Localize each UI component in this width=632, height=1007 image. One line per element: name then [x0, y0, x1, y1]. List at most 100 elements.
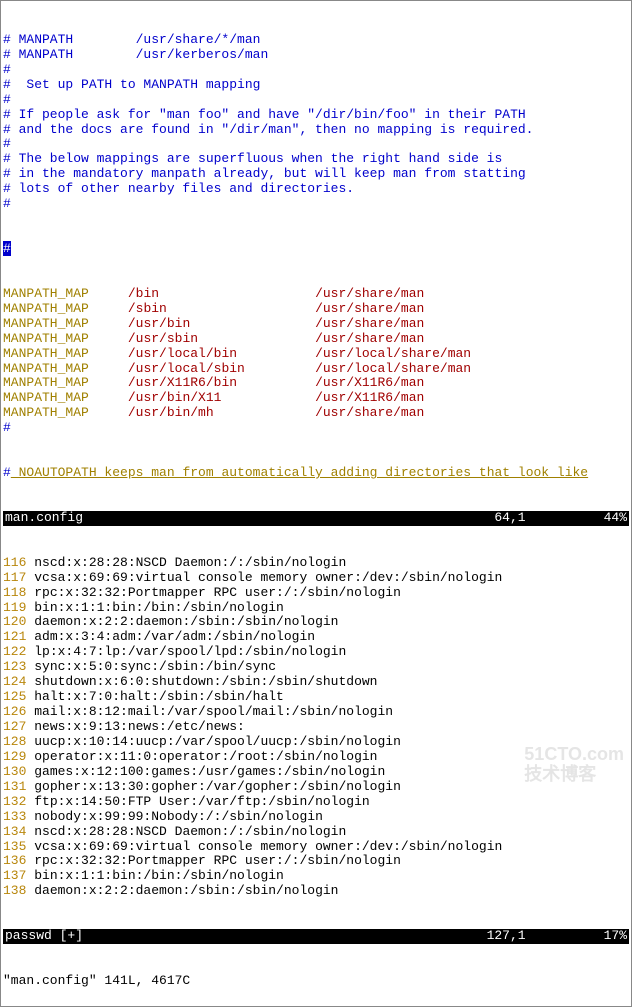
terminal[interactable]: # MANPATH /usr/share/*/man# MANPATH /usr…: [0, 0, 632, 1007]
line-content: rpc:x:32:32:Portmapper RPC user:/:/sbin/…: [34, 585, 401, 600]
line-content: vcsa:x:69:69:virtual console memory owne…: [34, 839, 502, 854]
comment-line: #: [3, 93, 629, 108]
line-number: 125: [3, 689, 34, 704]
manpath-map-row: MANPATH_MAP /usr/bin /usr/share/man: [3, 317, 629, 332]
comment-line: # If people ask for "man foo" and have "…: [3, 108, 629, 123]
line-content: nobody:x:99:99:Nobody:/:/sbin/nologin: [34, 809, 323, 824]
line-content: games:x:12:100:games:/usr/games:/sbin/no…: [34, 764, 385, 779]
map-path: /usr/sbin: [128, 331, 315, 346]
line-number: 118: [3, 585, 34, 600]
line-content: bin:x:1:1:bin:/bin:/sbin/nologin: [34, 868, 284, 883]
passwd-line: 136 rpc:x:32:32:Portmapper RPC user:/:/s…: [3, 854, 629, 869]
line-number: 123: [3, 659, 34, 674]
map-target: /usr/X11R6/man: [315, 375, 424, 390]
line-number: 126: [3, 704, 34, 719]
status-top-file: man.config: [5, 511, 83, 526]
map-target: /usr/local/share/man: [315, 361, 471, 376]
passwd-line: 117 vcsa:x:69:69:virtual console memory …: [3, 571, 629, 586]
manpath-map-row: MANPATH_MAP /bin /usr/share/man: [3, 287, 629, 302]
status-bot-file: passwd [+]: [5, 929, 83, 944]
line-number: 133: [3, 809, 34, 824]
map-target: /usr/share/man: [315, 316, 424, 331]
passwd-line: 128 uucp:x:10:14:uucp:/var/spool/uucp:/s…: [3, 735, 629, 750]
passwd-line: 132 ftp:x:14:50:FTP User:/var/ftp:/sbin/…: [3, 795, 629, 810]
line-content: daemon:x:2:2:daemon:/sbin:/sbin/nologin: [34, 883, 338, 898]
comment-line: # in the mandatory manpath already, but …: [3, 167, 629, 182]
manpath-map-row: MANPATH_MAP /usr/sbin /usr/share/man: [3, 332, 629, 347]
line-number: 121: [3, 629, 34, 644]
line-number: 116: [3, 555, 34, 570]
map-key: MANPATH_MAP: [3, 346, 89, 361]
comment-line: # Set up PATH to MANPATH mapping: [3, 78, 629, 93]
comment-line: # MANPATH /usr/kerberos/man: [3, 48, 629, 63]
line-number: 122: [3, 644, 34, 659]
noautopath-text: NOAUTOPATH keeps man from automatically …: [11, 465, 588, 480]
map-key: MANPATH_MAP: [3, 331, 89, 346]
status-line-top: man.config64,1 44%: [3, 511, 629, 526]
passwd-line: 130 games:x:12:100:games:/usr/games:/sbi…: [3, 765, 629, 780]
line-number: 135: [3, 839, 34, 854]
comment-line: #: [3, 63, 629, 78]
map-target: /usr/local/share/man: [315, 346, 471, 361]
manpath-map-row: MANPATH_MAP /usr/local/sbin /usr/local/s…: [3, 362, 629, 377]
status-bot-pct: 17%: [604, 928, 627, 943]
map-key: MANPATH_MAP: [3, 361, 89, 376]
map-target: /usr/share/man: [315, 331, 424, 346]
status-line-bottom: passwd [+] 127,1 17%: [3, 929, 629, 944]
map-path: /bin: [128, 286, 315, 301]
passwd-line: 129 operator:x:11:0:operator:/root:/sbin…: [3, 750, 629, 765]
passwd-line: 135 vcsa:x:69:69:virtual console memory …: [3, 840, 629, 855]
line-content: adm:x:3:4:adm:/var/adm:/sbin/nologin: [34, 629, 315, 644]
line-number: 130: [3, 764, 34, 779]
line-content: halt:x:7:0:halt:/sbin:/sbin/halt: [34, 689, 284, 704]
comment-block: # MANPATH /usr/share/*/man# MANPATH /usr…: [3, 33, 629, 212]
passwd-line: 118 rpc:x:32:32:Portmapper RPC user:/:/s…: [3, 586, 629, 601]
passwd-line: 134 nscd:x:28:28:NSCD Daemon:/:/sbin/nol…: [3, 825, 629, 840]
map-target: /usr/share/man: [315, 301, 424, 316]
passwd-line: 127 news:x:9:13:news:/etc/news:: [3, 720, 629, 735]
status-bot-pos: 127,1: [487, 928, 526, 943]
passwd-line: 121 adm:x:3:4:adm:/var/adm:/sbin/nologin: [3, 630, 629, 645]
map-path: /usr/bin/X11: [128, 390, 315, 405]
line-number: 128: [3, 734, 34, 749]
passwd-line: 131 gopher:x:13:30:gopher:/var/gopher:/s…: [3, 780, 629, 795]
line-number: 131: [3, 779, 34, 794]
passwd-line: 126 mail:x:8:12:mail:/var/spool/mail:/sb…: [3, 705, 629, 720]
status-top-pct: 44%: [604, 510, 627, 525]
line-content: gopher:x:13:30:gopher:/var/gopher:/sbin/…: [34, 779, 401, 794]
line-content: uucp:x:10:14:uucp:/var/spool/uucp:/sbin/…: [34, 734, 401, 749]
comment-line: #: [3, 421, 629, 436]
command-line[interactable]: "man.config" 141L, 4617C: [3, 974, 629, 989]
comment-line: # and the docs are found in "/dir/man", …: [3, 123, 629, 138]
line-number: 136: [3, 853, 34, 868]
map-path: /usr/X11R6/bin: [128, 375, 315, 390]
line-number: 119: [3, 600, 34, 615]
manpath-map-row: MANPATH_MAP /usr/X11R6/bin /usr/X11R6/ma…: [3, 376, 629, 391]
manpath-map-row: MANPATH_MAP /usr/local/bin /usr/local/sh…: [3, 347, 629, 362]
passwd-line: 137 bin:x:1:1:bin:/bin:/sbin/nologin: [3, 869, 629, 884]
line-content: shutdown:x:6:0:shutdown:/sbin:/sbin/shut…: [34, 674, 377, 689]
map-key: MANPATH_MAP: [3, 301, 89, 316]
line-content: bin:x:1:1:bin:/bin:/sbin/nologin: [34, 600, 284, 615]
passwd-line: 138 daemon:x:2:2:daemon:/sbin:/sbin/nolo…: [3, 884, 629, 899]
passwd-line: 123 sync:x:5:0:sync:/sbin:/bin/sync: [3, 660, 629, 675]
line-content: mail:x:8:12:mail:/var/spool/mail:/sbin/n…: [34, 704, 393, 719]
map-path: /usr/bin/mh: [128, 405, 315, 420]
passwd-line: 116 nscd:x:28:28:NSCD Daemon:/:/sbin/nol…: [3, 556, 629, 571]
line-number: 129: [3, 749, 34, 764]
map-key: MANPATH_MAP: [3, 405, 89, 420]
map-key: MANPATH_MAP: [3, 286, 89, 301]
passwd-line: 119 bin:x:1:1:bin:/bin:/sbin/nologin: [3, 601, 629, 616]
comment-line: #: [3, 197, 629, 212]
comment-line: # The below mappings are superfluous whe…: [3, 152, 629, 167]
line-number: 134: [3, 824, 34, 839]
passwd-line: 133 nobody:x:99:99:Nobody:/:/sbin/nologi…: [3, 810, 629, 825]
map-target: /usr/X11R6/man: [315, 390, 424, 405]
line-number: 138: [3, 883, 34, 898]
line-content: nscd:x:28:28:NSCD Daemon:/:/sbin/nologin: [34, 555, 346, 570]
line-number: 137: [3, 868, 34, 883]
line-content: sync:x:5:0:sync:/sbin:/bin/sync: [34, 659, 276, 674]
map-path: /usr/local/sbin: [128, 361, 315, 376]
comment-line: # lots of other nearby files and directo…: [3, 182, 629, 197]
passwd-line: 122 lp:x:4:7:lp:/var/spool/lpd:/sbin/nol…: [3, 645, 629, 660]
